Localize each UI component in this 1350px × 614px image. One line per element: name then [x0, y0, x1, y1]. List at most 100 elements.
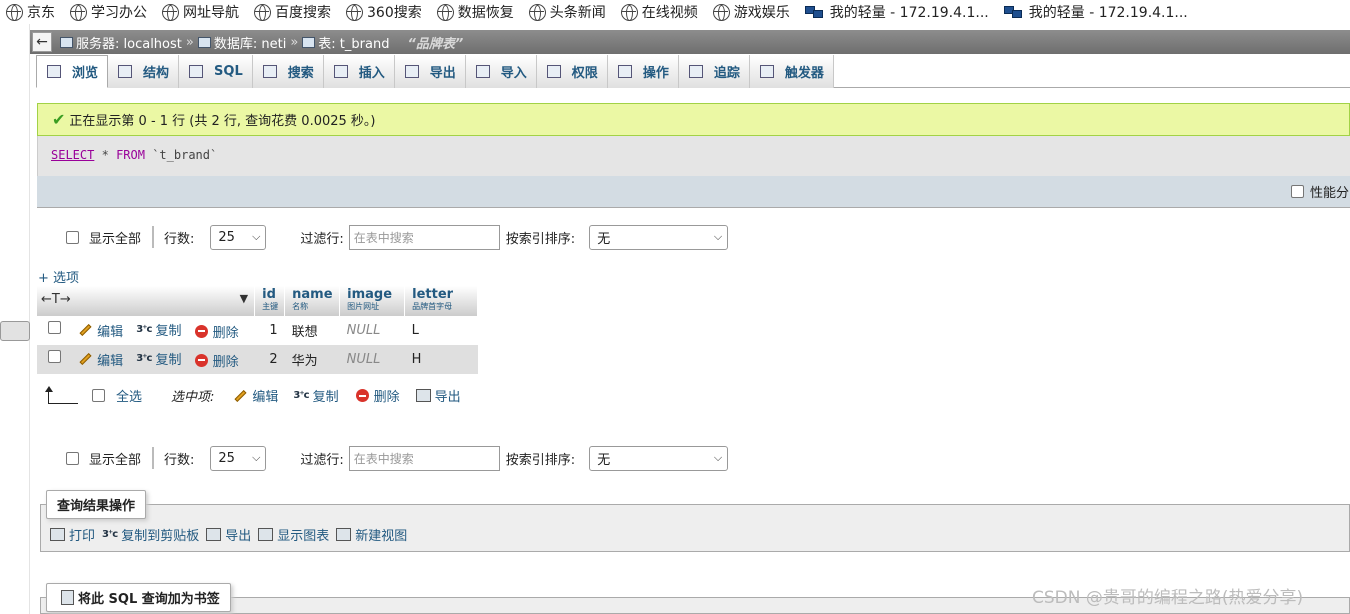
tab-structure[interactable]: 结构 [108, 55, 180, 88]
bulk-delete-button[interactable]: 删除 [355, 386, 400, 405]
copy-to-clipboard-link[interactable]: 3⁺c 复制到剪贴板 [102, 525, 199, 544]
bookmark-item[interactable]: 京东 [6, 2, 55, 22]
breadcrumb-database[interactable]: 数据库: neti [214, 33, 286, 52]
filter-label: 过滤行: [300, 452, 344, 468]
profiling-toggle[interactable]: 性能分 [1291, 182, 1349, 201]
create-view-link[interactable]: 新建视图 [336, 525, 407, 544]
tab-insert[interactable]: 插入 [323, 55, 395, 88]
tab-search[interactable]: 搜索 [252, 55, 324, 88]
sort-select[interactable]: 无 ⌵ [589, 224, 729, 250]
print-link[interactable]: 打印 [50, 525, 95, 544]
export-icon [206, 528, 222, 541]
sort-select[interactable]: 无 ⌵ [589, 445, 729, 471]
bookmark-sql-legend[interactable]: 将此 SQL 查询加为书签 [46, 583, 231, 612]
search-icon [262, 65, 277, 78]
tab-export[interactable]: 导出 [394, 55, 466, 88]
pencil-icon [234, 389, 247, 402]
profiling-checkbox[interactable] [1291, 185, 1304, 198]
column-header-letter[interactable]: letter 品牌首字母 [404, 286, 479, 316]
copy-row-button[interactable]: 3⁺c 复制 [136, 320, 181, 339]
cell-name[interactable]: 华为 [285, 345, 340, 374]
rows-select[interactable]: 25 ⌵ [210, 224, 267, 250]
column-header-id[interactable]: id 主键 [254, 286, 286, 316]
column-header-name[interactable]: name 名称 [284, 286, 341, 316]
tab-import[interactable]: 导入 [465, 55, 537, 88]
cell-image[interactable]: NULL [340, 316, 405, 345]
delete-row-button[interactable]: 删除 [194, 322, 239, 341]
bookmark-item[interactable]: 我的轻量 - 172.19.4.1... [1003, 2, 1188, 22]
bookmark-item[interactable]: 360搜索 [346, 2, 422, 22]
breadcrumb-table[interactable]: 表: t_brand [318, 33, 389, 52]
query-results-legend: 查询结果操作 [46, 490, 147, 519]
row-actions: 编辑 3⁺c 复制 删除 [37, 345, 255, 374]
globe-icon [70, 3, 87, 21]
cell-letter[interactable]: H [405, 345, 478, 374]
delete-row-button[interactable]: 删除 [194, 351, 239, 370]
display-chart-link[interactable]: 显示图表 [258, 525, 329, 544]
column-menu-icon[interactable]: ▼ [240, 292, 248, 307]
options-link[interactable]: + 选项 [38, 267, 79, 286]
sql-star: * [101, 148, 109, 162]
tab-sql[interactable]: SQL [179, 55, 253, 88]
sql-table-name: `t_brand` [152, 148, 218, 162]
structure-icon [118, 65, 133, 78]
copy-icon: 3⁺c [102, 529, 118, 540]
table-icon [302, 36, 316, 48]
sql-select-keyword[interactable]: SELECT [51, 148, 94, 162]
pencil-icon [79, 353, 92, 366]
tab-browse[interactable]: 浏览 [36, 55, 109, 88]
filter-input[interactable]: 在表中搜索 [348, 445, 500, 471]
delete-icon [194, 324, 208, 338]
bookmarks-bar: 京东 学习办公 网址导航 百度搜索 360搜索 数据恢复 头条新闻 在线视频 游… [0, 0, 1350, 24]
bulk-export-button[interactable]: 导出 [415, 386, 461, 405]
show-all-label[interactable]: 显示全部 [89, 449, 141, 468]
server-icon [60, 36, 73, 48]
collapse-arrow-icon[interactable]: ← [32, 32, 52, 52]
bookmark-item[interactable]: 网址导航 [162, 2, 239, 22]
bookmark-item[interactable]: 百度搜索 [254, 2, 331, 22]
breadcrumb-server[interactable]: 服务器: localhost [76, 33, 182, 52]
import-icon [475, 65, 490, 78]
row-checkbox[interactable] [48, 321, 61, 335]
rows-select[interactable]: 25 ⌵ [210, 445, 267, 471]
bookmark-item[interactable]: 游戏娱乐 [712, 2, 790, 22]
show-all-checkbox[interactable] [66, 451, 79, 465]
sort-label: 按索引排序: [505, 452, 576, 468]
bookmark-item[interactable]: 学习办公 [70, 2, 147, 22]
show-all-checkbox[interactable] [66, 230, 79, 244]
bookmark-item[interactable]: 我的轻量 - 172.19.4.1... [804, 2, 989, 22]
cell-name[interactable]: 联想 [285, 316, 340, 345]
filter-input[interactable]: 在表中搜索 [348, 224, 500, 250]
check-all-checkbox[interactable] [92, 389, 105, 402]
network-icon [1003, 6, 1022, 18]
tab-tracking[interactable]: 追踪 [678, 55, 750, 88]
bookmark-item[interactable]: 在线视频 [620, 2, 698, 22]
show-all-label[interactable]: 显示全部 [89, 228, 141, 247]
delete-icon [194, 353, 208, 367]
cell-id[interactable]: 1 [255, 316, 285, 345]
globe-icon [528, 3, 546, 21]
column-arrows[interactable]: ←T→ [41, 292, 71, 307]
copy-row-button[interactable]: 3⁺c 复制 [136, 349, 181, 368]
globe-icon [254, 3, 271, 21]
rows-label: 行数: [164, 231, 195, 247]
bookmark-item[interactable]: 数据恢复 [436, 2, 514, 22]
edit-row-button[interactable]: 编辑 [79, 321, 123, 340]
tab-privileges[interactable]: 权限 [536, 55, 608, 88]
network-icon [804, 6, 823, 18]
cell-letter[interactable]: L [405, 316, 478, 345]
export-link[interactable]: 导出 [206, 525, 251, 544]
bulk-copy-button[interactable]: 3⁺c 复制 [293, 386, 338, 405]
check-all-label[interactable]: 全选 [116, 386, 142, 405]
bookmark-item[interactable]: 头条新闻 [528, 2, 606, 22]
edit-row-button[interactable]: 编辑 [79, 350, 123, 369]
tab-operations[interactable]: 操作 [607, 55, 679, 88]
column-header-image[interactable]: image 图片网址 [339, 286, 406, 316]
column-arrows-header[interactable]: ←T→ ▼ [37, 286, 256, 316]
cell-id[interactable]: 2 [255, 345, 285, 374]
cell-image[interactable]: NULL [340, 345, 405, 374]
nav-selected-item[interactable] [0, 321, 30, 341]
tab-triggers[interactable]: 触发器 [749, 55, 834, 88]
row-checkbox[interactable] [48, 350, 61, 364]
bulk-edit-button[interactable]: 编辑 [234, 386, 278, 405]
